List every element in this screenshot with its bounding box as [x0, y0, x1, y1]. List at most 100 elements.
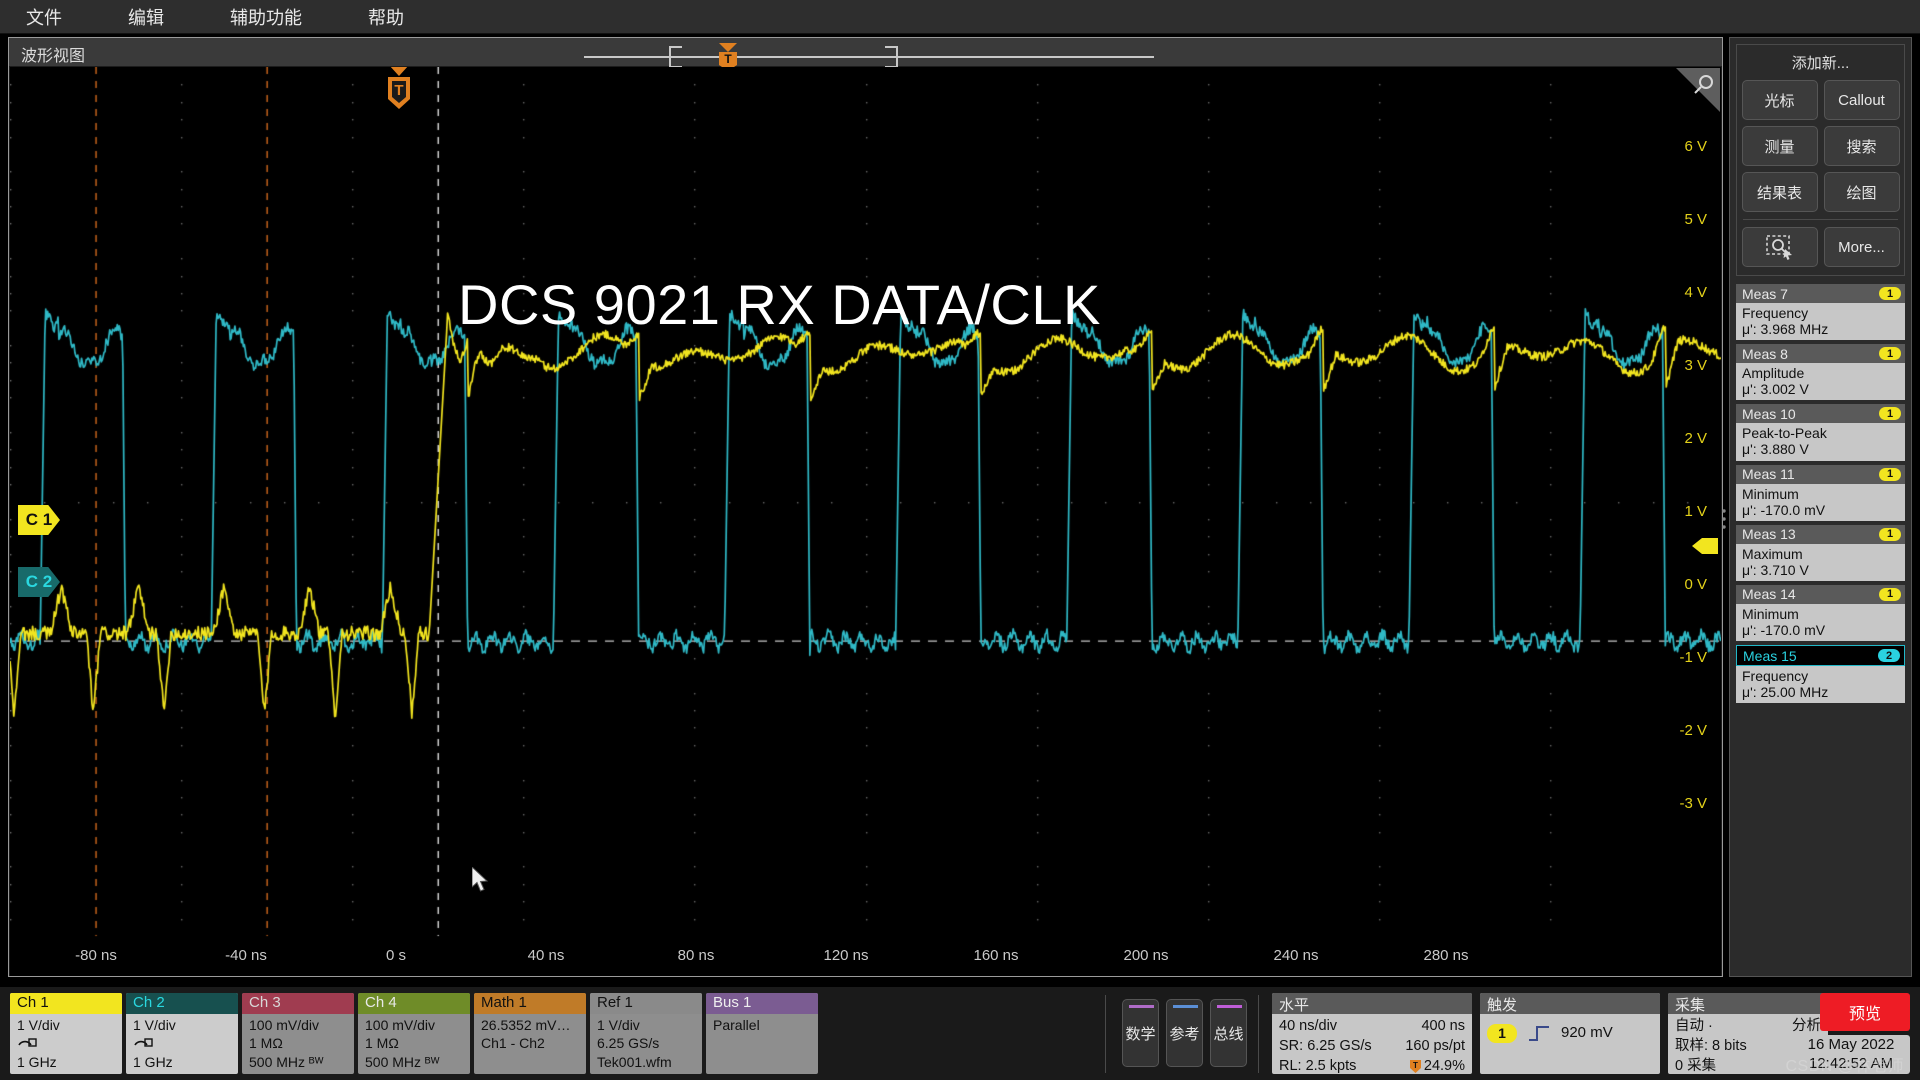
more-button[interactable]: More...: [1823, 227, 1900, 267]
measurement-badge-header[interactable]: Meas 13 1: [1736, 524, 1905, 544]
measurement-id: Meas 14: [1742, 586, 1796, 603]
measurement-type: Frequency: [1742, 668, 1809, 685]
bus-1-badge[interactable]: Bus 1 Parallel: [706, 993, 818, 1074]
add-math-button[interactable]: 数学: [1122, 999, 1159, 1067]
panel-drag-handle-icon[interactable]: [1721, 508, 1727, 530]
measurement-badge[interactable]: Meas 8 1 Amplitude μ': 3.002 V: [1736, 344, 1905, 401]
trigger-level: 920 mV: [1561, 1024, 1613, 1041]
measurement-type: Minimum: [1742, 605, 1799, 622]
channel-1-level-arrow-icon[interactable]: [1692, 535, 1718, 557]
measurement-badge[interactable]: Meas 7 1 Frequency μ': 3.968 MHz: [1736, 284, 1905, 341]
trigger-position-marker-icon[interactable]: T: [384, 67, 414, 123]
menu-item-edit[interactable]: 编辑: [120, 2, 172, 32]
measurement-badge-header[interactable]: Meas 15 2: [1736, 645, 1905, 667]
add-callout-button[interactable]: Callout: [1823, 80, 1900, 120]
add-measurement-button[interactable]: 测量: [1741, 126, 1818, 166]
add-ref-color-bar: [1173, 1005, 1198, 1008]
add-results-table-button[interactable]: 结果表: [1741, 172, 1818, 212]
ref-1-badge[interactable]: Ref 1 1 V/div 6.25 GS/s Tek001.wfm: [590, 993, 702, 1074]
channel-1-badge-header: Ch 1: [10, 993, 122, 1014]
zoom-select-button[interactable]: [1741, 227, 1818, 267]
waveform-plot-area[interactable]: DCS 9021 RX DATA/CLK T C 1 C 2 6 V 5 V 4…: [10, 67, 1721, 976]
channel-2-marker-label: C 2: [25, 572, 53, 591]
add-ref-button[interactable]: 参考: [1166, 999, 1203, 1067]
clock-display: 16 May 2022 12:42:52 AM: [1792, 1035, 1910, 1074]
add-plot-button[interactable]: 绘图: [1823, 172, 1900, 212]
y-tick-label: 4 V: [1684, 284, 1707, 301]
measurement-type: Minimum: [1742, 485, 1799, 502]
y-tick-label: -2 V: [1679, 722, 1707, 739]
measurement-type: Amplitude: [1742, 365, 1805, 382]
overview-right-bracket[interactable]: [885, 46, 898, 68]
probe-icon: [133, 1034, 238, 1052]
bus-1-badge-header: Bus 1: [706, 993, 818, 1014]
overview-left-bracket[interactable]: [669, 46, 682, 68]
svg-text:T: T: [394, 82, 403, 99]
panel-divider: [1743, 219, 1898, 220]
measurement-badge-header[interactable]: Meas 10 1: [1736, 404, 1905, 424]
measurement-badge[interactable]: Meas 11 1 Minimum μ': -170.0 mV: [1736, 464, 1905, 521]
trigger-settings-panel[interactable]: 触发 1 920 mV: [1480, 993, 1660, 1074]
probe-icon: [17, 1034, 122, 1052]
measurement-badge[interactable]: Meas 14 1 Minimum μ': -170.0 mV: [1736, 584, 1905, 642]
measurement-badge-header[interactable]: Meas 14 1: [1736, 584, 1905, 604]
measurement-badge-header[interactable]: Meas 7 1: [1736, 284, 1905, 303]
channel-1-badge-body: 1 V/div 1 GHz: [10, 1014, 122, 1071]
measurement-id: Meas 7: [1742, 285, 1788, 302]
y-tick-label: -3 V: [1679, 795, 1707, 812]
channel-4-badge-body: 100 mV/div 1 MΩ 500 MHz ᴮᵂ: [358, 1014, 470, 1071]
overview-strip[interactable]: T: [9, 42, 1154, 71]
measurement-id: Meas 8: [1742, 345, 1788, 362]
add-new-more-row: More...: [1741, 227, 1900, 267]
channel-3-badge-header: Ch 3: [242, 993, 354, 1014]
x-tick-label: 0 s: [385, 947, 407, 964]
mouse-pointer-icon: [472, 867, 489, 892]
x-tick-label: 160 ns: [973, 947, 1019, 964]
measurement-badge[interactable]: Meas 15 2 Frequency μ': 25.00 MHz: [1736, 645, 1905, 704]
channel-2-badge[interactable]: Ch 2 1 V/div 1 GHz: [126, 993, 238, 1074]
channel-4-badge[interactable]: Ch 4 100 mV/div 1 MΩ 500 MHz ᴮᵂ: [358, 993, 470, 1074]
waveform-view-window: 波形视图 T DCS 9021 RX DATA/CLK T C 1 C 2 6 …: [8, 37, 1723, 977]
y-tick-label: 6 V: [1684, 138, 1707, 155]
add-math-color-bar: [1129, 1005, 1154, 1008]
channel-1-marker-label: C 1: [25, 510, 53, 529]
menu-item-file[interactable]: 文件: [18, 2, 70, 32]
clock-date: 16 May 2022: [1807, 1036, 1895, 1053]
measurement-badge-body: Amplitude μ': 3.002 V: [1736, 363, 1905, 401]
add-bus-label: 总线: [1213, 1025, 1244, 1043]
add-search-button[interactable]: 搜索: [1823, 126, 1900, 166]
measurement-badge-header[interactable]: Meas 8 1: [1736, 344, 1905, 364]
measurement-id: Meas 15: [1743, 647, 1797, 664]
add-bus-button[interactable]: 总线: [1210, 999, 1247, 1067]
ref-1-badge-header: Ref 1: [590, 993, 702, 1014]
x-tick-label: 240 ns: [1273, 947, 1319, 964]
zoom-corner-icon[interactable]: [1676, 68, 1720, 112]
x-tick-label: 80 ns: [677, 947, 715, 964]
x-tick-label: -40 ns: [225, 947, 267, 964]
y-tick-label: 5 V: [1684, 211, 1707, 228]
math-1-badge[interactable]: Math 1 26.5352 mV… Ch1 - Ch2: [474, 993, 586, 1074]
x-tick-label: 40 ns: [527, 947, 565, 964]
bottom-divider: [1105, 995, 1106, 1073]
horizontal-position: 400 ns: [1421, 1018, 1465, 1034]
trigger-position-icon: T: [1409, 1059, 1421, 1073]
menu-item-help[interactable]: 帮助: [360, 2, 412, 32]
measurement-badge-header[interactable]: Meas 11 1: [1736, 464, 1905, 484]
add-new-button-grid: 光标 Callout 测量 搜索 结果表 绘图: [1741, 80, 1900, 212]
acquisition-analysis: 分析: [1792, 1018, 1821, 1034]
bottom-divider-2: [1258, 995, 1259, 1073]
channel-4-scale: 100 mV/div: [365, 1017, 436, 1033]
ref-1-filename: Tek001.wfm: [597, 1053, 672, 1070]
measurement-badge-body: Frequency μ': 25.00 MHz: [1736, 666, 1905, 704]
measurement-badge[interactable]: Meas 10 1 Peak-to-Peak μ': 3.880 V: [1736, 404, 1905, 461]
measurement-badge[interactable]: Meas 13 1 Maximum μ': 3.710 V: [1736, 524, 1905, 581]
add-cursor-button[interactable]: 光标: [1741, 80, 1818, 120]
channel-3-bandwidth: 500 MHz ᴮᵂ: [249, 1053, 324, 1070]
horizontal-settings-panel[interactable]: 水平 40 ns/div 400 ns SR: 6.25 GS/s 160 ps…: [1272, 993, 1472, 1074]
channel-3-badge[interactable]: Ch 3 100 mV/div 1 MΩ 500 MHz ᴮᵂ: [242, 993, 354, 1074]
measurement-source-badge: 1: [1879, 467, 1901, 481]
preview-button[interactable]: 预览: [1820, 993, 1910, 1031]
acquisition-mode: 自动 ·: [1675, 1018, 1713, 1034]
menu-item-utility[interactable]: 辅助功能: [222, 2, 310, 32]
channel-1-badge[interactable]: Ch 1 1 V/div 1 GHz: [10, 993, 122, 1074]
